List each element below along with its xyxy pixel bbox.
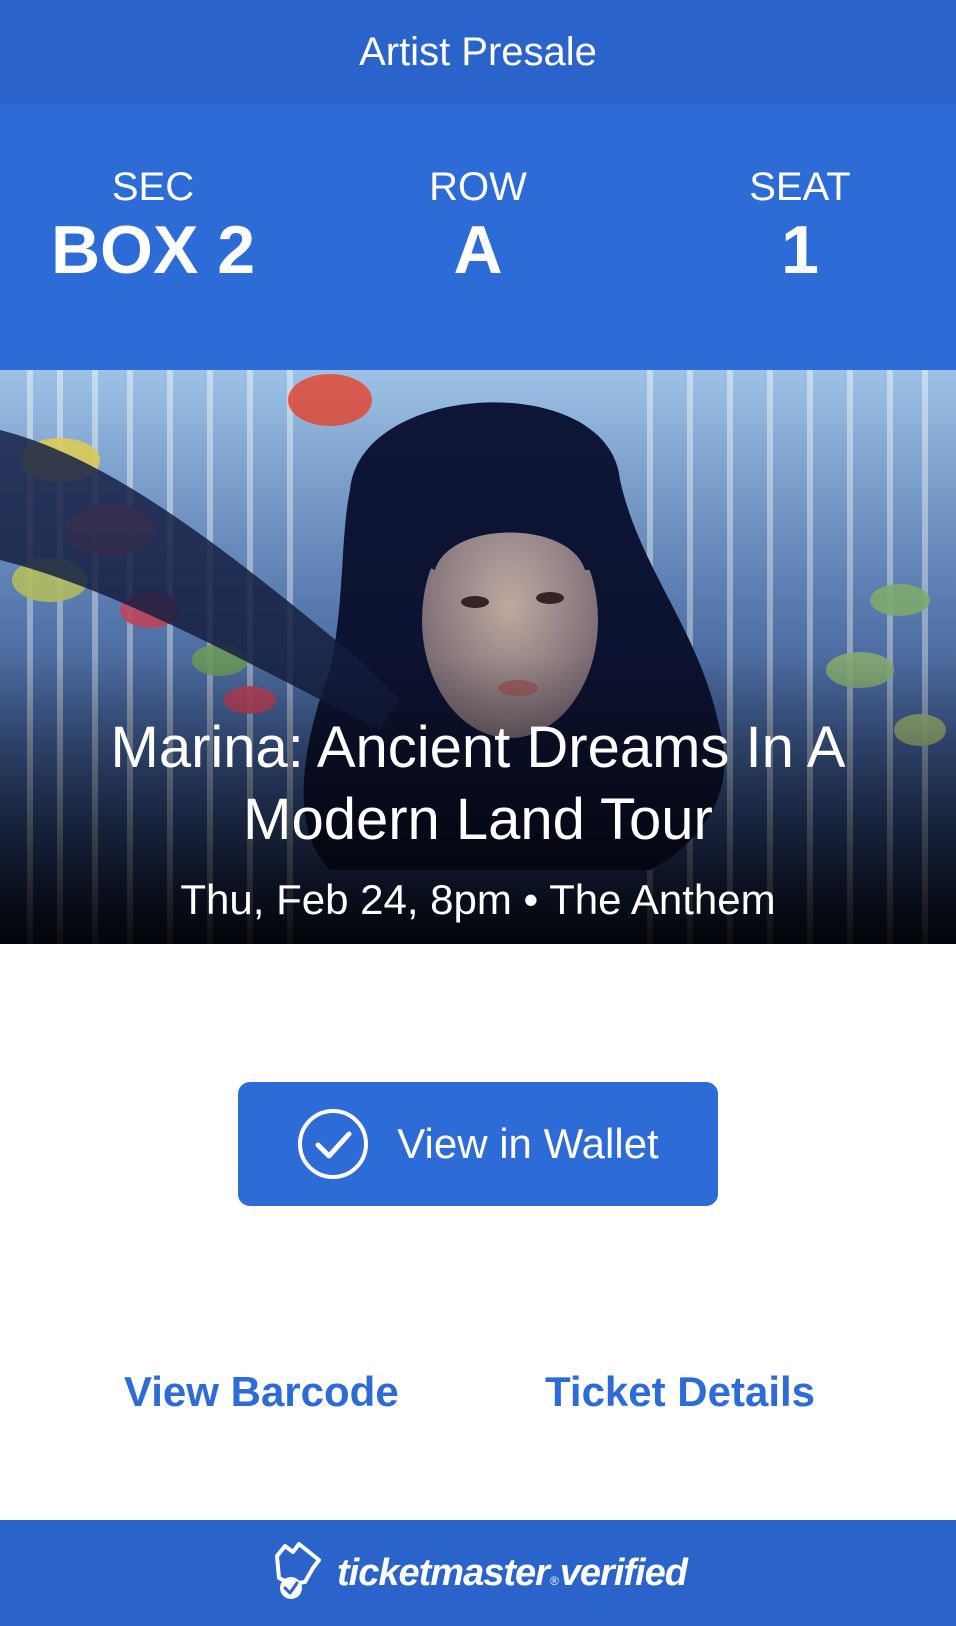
row-value: A (453, 212, 503, 288)
wallet-button-label: View in Wallet (397, 1120, 659, 1167)
ticket-details-link[interactable]: Ticket Details (545, 1368, 815, 1416)
registered-mark: ® (549, 1574, 559, 1588)
ticket-type-label: Artist Presale (359, 29, 597, 74)
section-info: SEC BOX 2 (0, 164, 313, 290)
seat-value: 1 (781, 212, 819, 288)
event-title: Marina: Ancient Dreams In A Modern Land … (110, 715, 846, 852)
ticket-header: Artist Presale (0, 0, 956, 104)
seat-info-band: SEC BOX 2 ROW A SEAT 1 (0, 104, 956, 370)
row-info: ROW A (318, 164, 638, 290)
verified-ticket-icon (275, 1542, 322, 1599)
verified-footer: ticketmaster ® verified (0, 1520, 956, 1626)
brand-name: ticketmaster (337, 1551, 550, 1594)
view-barcode-link[interactable]: View Barcode (124, 1368, 399, 1416)
check-circle-icon (298, 1109, 369, 1179)
event-date-venue: Thu, Feb 24, 8pm • The Anthem (180, 876, 776, 923)
seat-label: SEAT (749, 165, 851, 209)
seat-info: SEAT 1 (640, 164, 956, 290)
section-label: SEC (111, 165, 195, 209)
event-hero: Marina: Ancient Dreams In A Modern Land … (0, 370, 956, 944)
row-label: ROW (429, 165, 527, 209)
verified-label: verified (559, 1551, 688, 1594)
section-value: BOX 2 (50, 212, 256, 288)
view-in-wallet-button[interactable]: View in Wallet (238, 1082, 718, 1206)
artist-photo (0, 370, 956, 944)
